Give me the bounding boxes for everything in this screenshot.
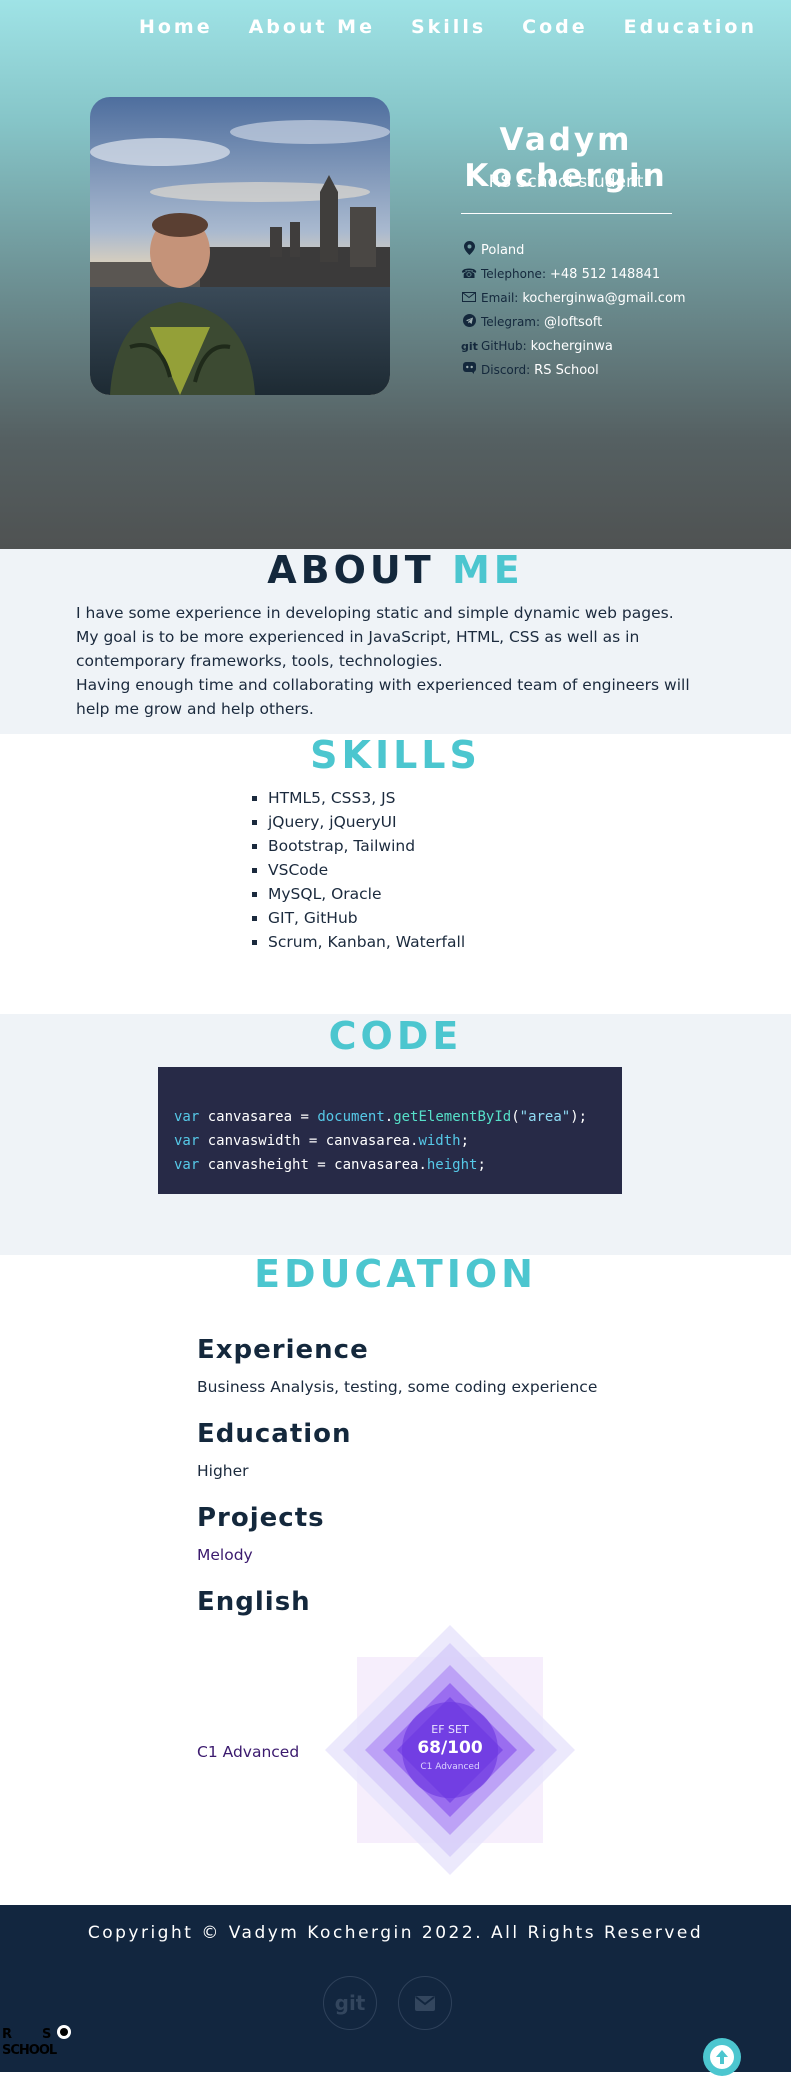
skills-list: HTML5, CSS3, JS jQuery, jQueryUI Bootstr… [248,786,465,954]
project-link-melody[interactable]: Melody [197,1546,253,1564]
experience-text: Business Analysis, testing, some coding … [197,1378,598,1396]
nav-about[interactable]: About Me [249,16,375,38]
code-content: var canvasarea = document.getElementById… [174,1105,587,1177]
code-text: ( [511,1109,520,1125]
envelope-icon [461,291,477,306]
list-item: jQuery, jQueryUI [268,810,465,834]
svg-text:SCHOOL: SCHOOL [2,2043,57,2058]
telegram-icon [461,313,477,331]
rs-school-logo-graphic: R S SCHOOL [2,2025,71,2058]
code-text: . [384,1109,394,1125]
code-text: ; [477,1157,486,1173]
svg-text:S: S [42,2027,51,2042]
code-property: width [418,1133,461,1149]
list-item: Scrum, Kanban, Waterfall [268,930,465,954]
about-title-dark: ABOUT [267,548,435,592]
efset-score: 68/100 [417,1738,483,1758]
contact-email: Email: kocherginwa@gmail.com [461,286,686,310]
profile-role: RS School student [488,172,644,192]
code-text: canvasheight = canvasarea. [199,1157,427,1173]
experience-heading: Experience [197,1335,369,1365]
education-heading: Education [197,1419,352,1449]
skills-title: SKILLS [310,733,481,777]
email-value[interactable]: kocherginwa@gmail.com [522,291,685,306]
email-label: Email: [481,291,519,305]
contact-telephone: ☎ Telephone: +48 512 148841 [461,262,686,286]
education-section: EDUCATION Experience Business Analysis, … [0,1252,791,1905]
footer: Copyright © Vadym Kochergin 2022. All Ri… [0,1905,791,2076]
telephone-value[interactable]: +48 512 148841 [550,267,660,282]
telegram-value[interactable]: @loftsoft [544,315,602,330]
location-value: Poland [481,242,525,258]
list-item: Bootstrap, Tailwind [268,834,465,858]
contact-github: git GitHub: kocherginwa [461,334,686,358]
code-text: canvaswidth = canvasarea. [199,1133,419,1149]
nav-skills[interactable]: Skills [411,16,486,38]
contact-discord: Discord: RS School [461,358,686,382]
about-line-3: Having enough time and collaborating wit… [76,676,690,718]
github-value[interactable]: kocherginwa [531,339,613,354]
map-marker-icon [461,241,477,259]
telephone-label: Telephone: [481,267,546,281]
hero-divider [461,213,672,214]
discord-value[interactable]: RS School [534,363,599,378]
contacts-list: Poland ☎ Telephone: +48 512 148841 Email… [461,238,686,382]
profile-photo [90,97,390,395]
skills-section: SKILLS HTML5, CSS3, JS jQuery, jQueryUI … [0,733,791,1014]
phone-icon: ☎ [461,266,478,282]
contact-location: Poland [461,238,686,262]
code-block: var canvasarea = document.getElementById… [158,1067,622,1194]
list-item: MySQL, Oracle [268,882,465,906]
code-object: document [317,1109,385,1125]
about-line-2: My goal is to be more experienced in Jav… [76,628,640,670]
scroll-to-top-button[interactable] [703,2038,741,2076]
list-item: VSCode [268,858,465,882]
main-nav: Home About Me Skills Code Education [103,16,757,38]
profile-photo-image [90,97,390,395]
education-title: EDUCATION [254,1252,537,1296]
telegram-label: Telegram: [481,315,541,329]
discord-icon [461,362,477,378]
about-text: I have some experience in developing sta… [76,601,716,721]
svg-text:R: R [2,2027,12,2042]
english-heading: English [197,1587,311,1617]
code-keyword: var [174,1157,200,1173]
english-level-link[interactable]: C1 Advanced [197,1743,299,1761]
code-keyword: var [174,1133,200,1149]
copyright-text: Copyright © Vadym Kochergin 2022. All Ri… [87,1923,704,1943]
github-button[interactable]: git [323,1976,377,2030]
list-item: GIT, GitHub [268,906,465,930]
efset-brand: EF SET [431,1723,469,1736]
code-property: height [426,1157,478,1173]
git-icon: git [461,339,478,353]
projects-heading: Projects [197,1503,325,1533]
arrow-up-icon [710,2045,734,2069]
nav-education[interactable]: Education [624,16,757,38]
about-title-accent: ME [451,548,524,592]
code-keyword: var [174,1109,200,1125]
about-title: ABOUT ME [0,548,791,592]
education-text: Higher [197,1462,249,1480]
contact-telegram: Telegram: @loftsoft [461,310,686,334]
github-label: GitHub: [481,339,527,353]
efset-badge[interactable]: EF SET 68/100 C1 Advanced [325,1625,575,1875]
code-section: CODE var canvasarea = document.getElemen… [0,1014,791,1255]
discord-label: Discord: [481,363,531,377]
code-text: ); [570,1109,588,1125]
rs-school-logo[interactable]: R S SCHOOL [0,2020,90,2060]
code-title: CODE [328,1014,463,1058]
nav-code[interactable]: Code [522,16,587,38]
nav-home[interactable]: Home [139,16,213,38]
code-function: getElementById [393,1109,512,1125]
about-section: ABOUT ME I have some experience in devel… [0,548,791,734]
hero-section: Home About Me Skills Code Education Vady… [0,0,791,549]
list-item: HTML5, CSS3, JS [268,786,465,810]
mail-button[interactable] [398,1976,452,2030]
efset-level: C1 Advanced [420,1762,480,1772]
code-text: canvasarea = [199,1109,318,1125]
code-string: "area" [519,1109,571,1125]
envelope-icon [415,1995,435,2011]
about-line-1: I have some experience in developing sta… [76,604,674,622]
code-text: ; [460,1133,470,1149]
